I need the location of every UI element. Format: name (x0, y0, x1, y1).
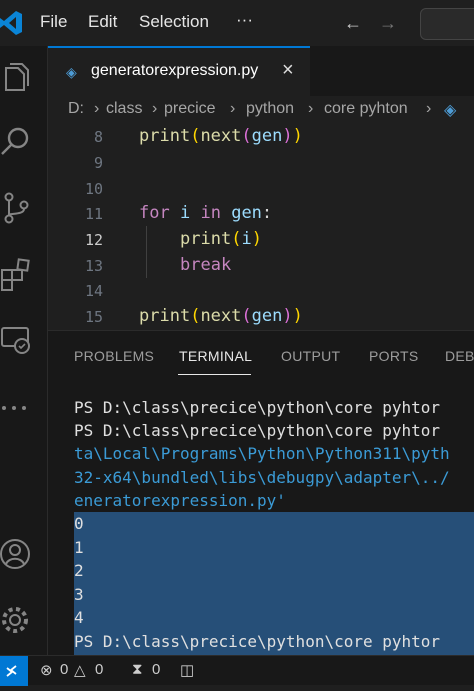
chevron-right-icon: › (308, 100, 314, 117)
remote-indicator[interactable] (0, 656, 28, 686)
title-bar: File Edit Selection ··· ← → (0, 0, 474, 46)
debug-icon[interactable]: ◫ (180, 661, 194, 679)
menu-edit[interactable]: Edit (88, 12, 117, 32)
line-number: 13 (84, 257, 103, 275)
line-number: 14 (84, 282, 103, 300)
close-icon[interactable]: × (282, 59, 294, 82)
active-tab-indicator (178, 374, 251, 375)
ports-icon[interactable]: ⧗ (132, 661, 143, 678)
indent-guide (146, 226, 147, 278)
remote-icon (6, 665, 17, 677)
code-line: print(i) (180, 229, 262, 249)
vscode-logo-icon (0, 11, 22, 35)
line-number: 15 (84, 308, 103, 326)
tab-terminal[interactable]: TERMINAL (179, 348, 252, 364)
tab-output[interactable]: OUTPUT (281, 348, 340, 364)
chevron-right-icon: › (94, 100, 100, 117)
terminal-selection-highlight (74, 512, 474, 632)
breadcrumb-python[interactable]: python (246, 100, 294, 118)
code-editor[interactable]: 8 9 10 11 12 13 14 15 print(next(gen)) f… (48, 124, 474, 330)
breadcrumb-class[interactable]: class (106, 100, 142, 118)
tab-problems[interactable]: PROBLEMS (74, 348, 154, 364)
tab-generatorexpression[interactable]: ◈ generatorexpression.py × (48, 46, 310, 96)
menu-more[interactable]: ··· (236, 10, 253, 30)
code-line: for i in gen: (139, 203, 273, 223)
breadcrumb: D: › class › precice › python › core pyh… (48, 96, 474, 124)
line-number: 10 (84, 180, 103, 198)
terminal-prompt-line: PS D:\class\precice\python\core pyhtor (74, 632, 441, 651)
forward-arrow-icon[interactable]: → (379, 13, 397, 34)
bottom-panel: PROBLEMS TERMINAL OUTPUT PORTS DEBU PS D… (48, 330, 474, 656)
explorer-icon[interactable] (0, 60, 34, 94)
more-views-icon[interactable] (0, 391, 34, 425)
terminal-line: PS D:\class\precice\python\core pyhtor (74, 398, 441, 417)
account-icon[interactable] (0, 537, 34, 571)
error-count[interactable]: 0 (60, 661, 68, 678)
tab-label: generatorexpression.py (91, 62, 259, 79)
settings-gear-icon[interactable] (0, 603, 34, 637)
chevron-right-icon: › (152, 100, 158, 117)
menu-file[interactable]: File (40, 12, 67, 32)
search-icon[interactable] (0, 124, 34, 158)
python-file-icon: ◈ (66, 64, 77, 80)
breadcrumb-drive[interactable]: D: (68, 100, 84, 118)
terminal-output-line: 0 (74, 514, 84, 533)
menu-selection[interactable]: Selection (139, 12, 209, 32)
python-file-icon: ◈ (444, 102, 457, 119)
chevron-right-icon: › (230, 100, 236, 117)
tab-debug-console[interactable]: DEBU (445, 348, 474, 364)
breadcrumb-core-pyhton[interactable]: core pyhton (324, 100, 408, 118)
line-number: 11 (84, 205, 103, 223)
line-number: 8 (93, 128, 103, 146)
tab-ports[interactable]: PORTS (369, 348, 418, 364)
code-line: print(next(gen)) (139, 306, 303, 326)
extensions-icon[interactable] (0, 258, 34, 292)
source-control-icon[interactable] (0, 191, 34, 225)
code-line: break (180, 255, 232, 275)
terminal-output-line: 1 (74, 538, 84, 557)
status-bar: ⊗ 0 △ 0 ⧗ 0 ◫ (0, 655, 474, 686)
terminal-output-line: 2 (74, 561, 84, 580)
line-number: 9 (93, 154, 103, 172)
warning-count[interactable]: 0 (95, 661, 103, 678)
terminal-line: PS D:\class\precice\python\core pyhtor (74, 421, 441, 440)
terminal-output-line: 3 (74, 585, 84, 604)
command-center-search[interactable] (420, 8, 474, 40)
warning-icon[interactable]: △ (74, 661, 86, 679)
terminal-output-line: 4 (74, 608, 84, 627)
error-icon[interactable]: ⊗ (40, 661, 53, 679)
back-arrow-icon[interactable]: ← (344, 13, 362, 34)
code-line: print(next(gen)) (139, 126, 303, 146)
terminal-line: eneratorexpression.py' (74, 491, 286, 510)
terminal-line: ta\Local\Programs\Python\Python311\pyth (74, 444, 450, 463)
ports-count[interactable]: 0 (152, 661, 160, 678)
line-number: 12 (84, 231, 103, 249)
chevron-right-icon: › (426, 100, 432, 117)
remote-explorer-icon[interactable] (0, 324, 34, 358)
breadcrumb-precice[interactable]: precice (164, 100, 216, 118)
terminal-line: 32-x64\bundled\libs\debugpy\adapter\../ (74, 468, 450, 487)
activity-bar (0, 46, 48, 655)
